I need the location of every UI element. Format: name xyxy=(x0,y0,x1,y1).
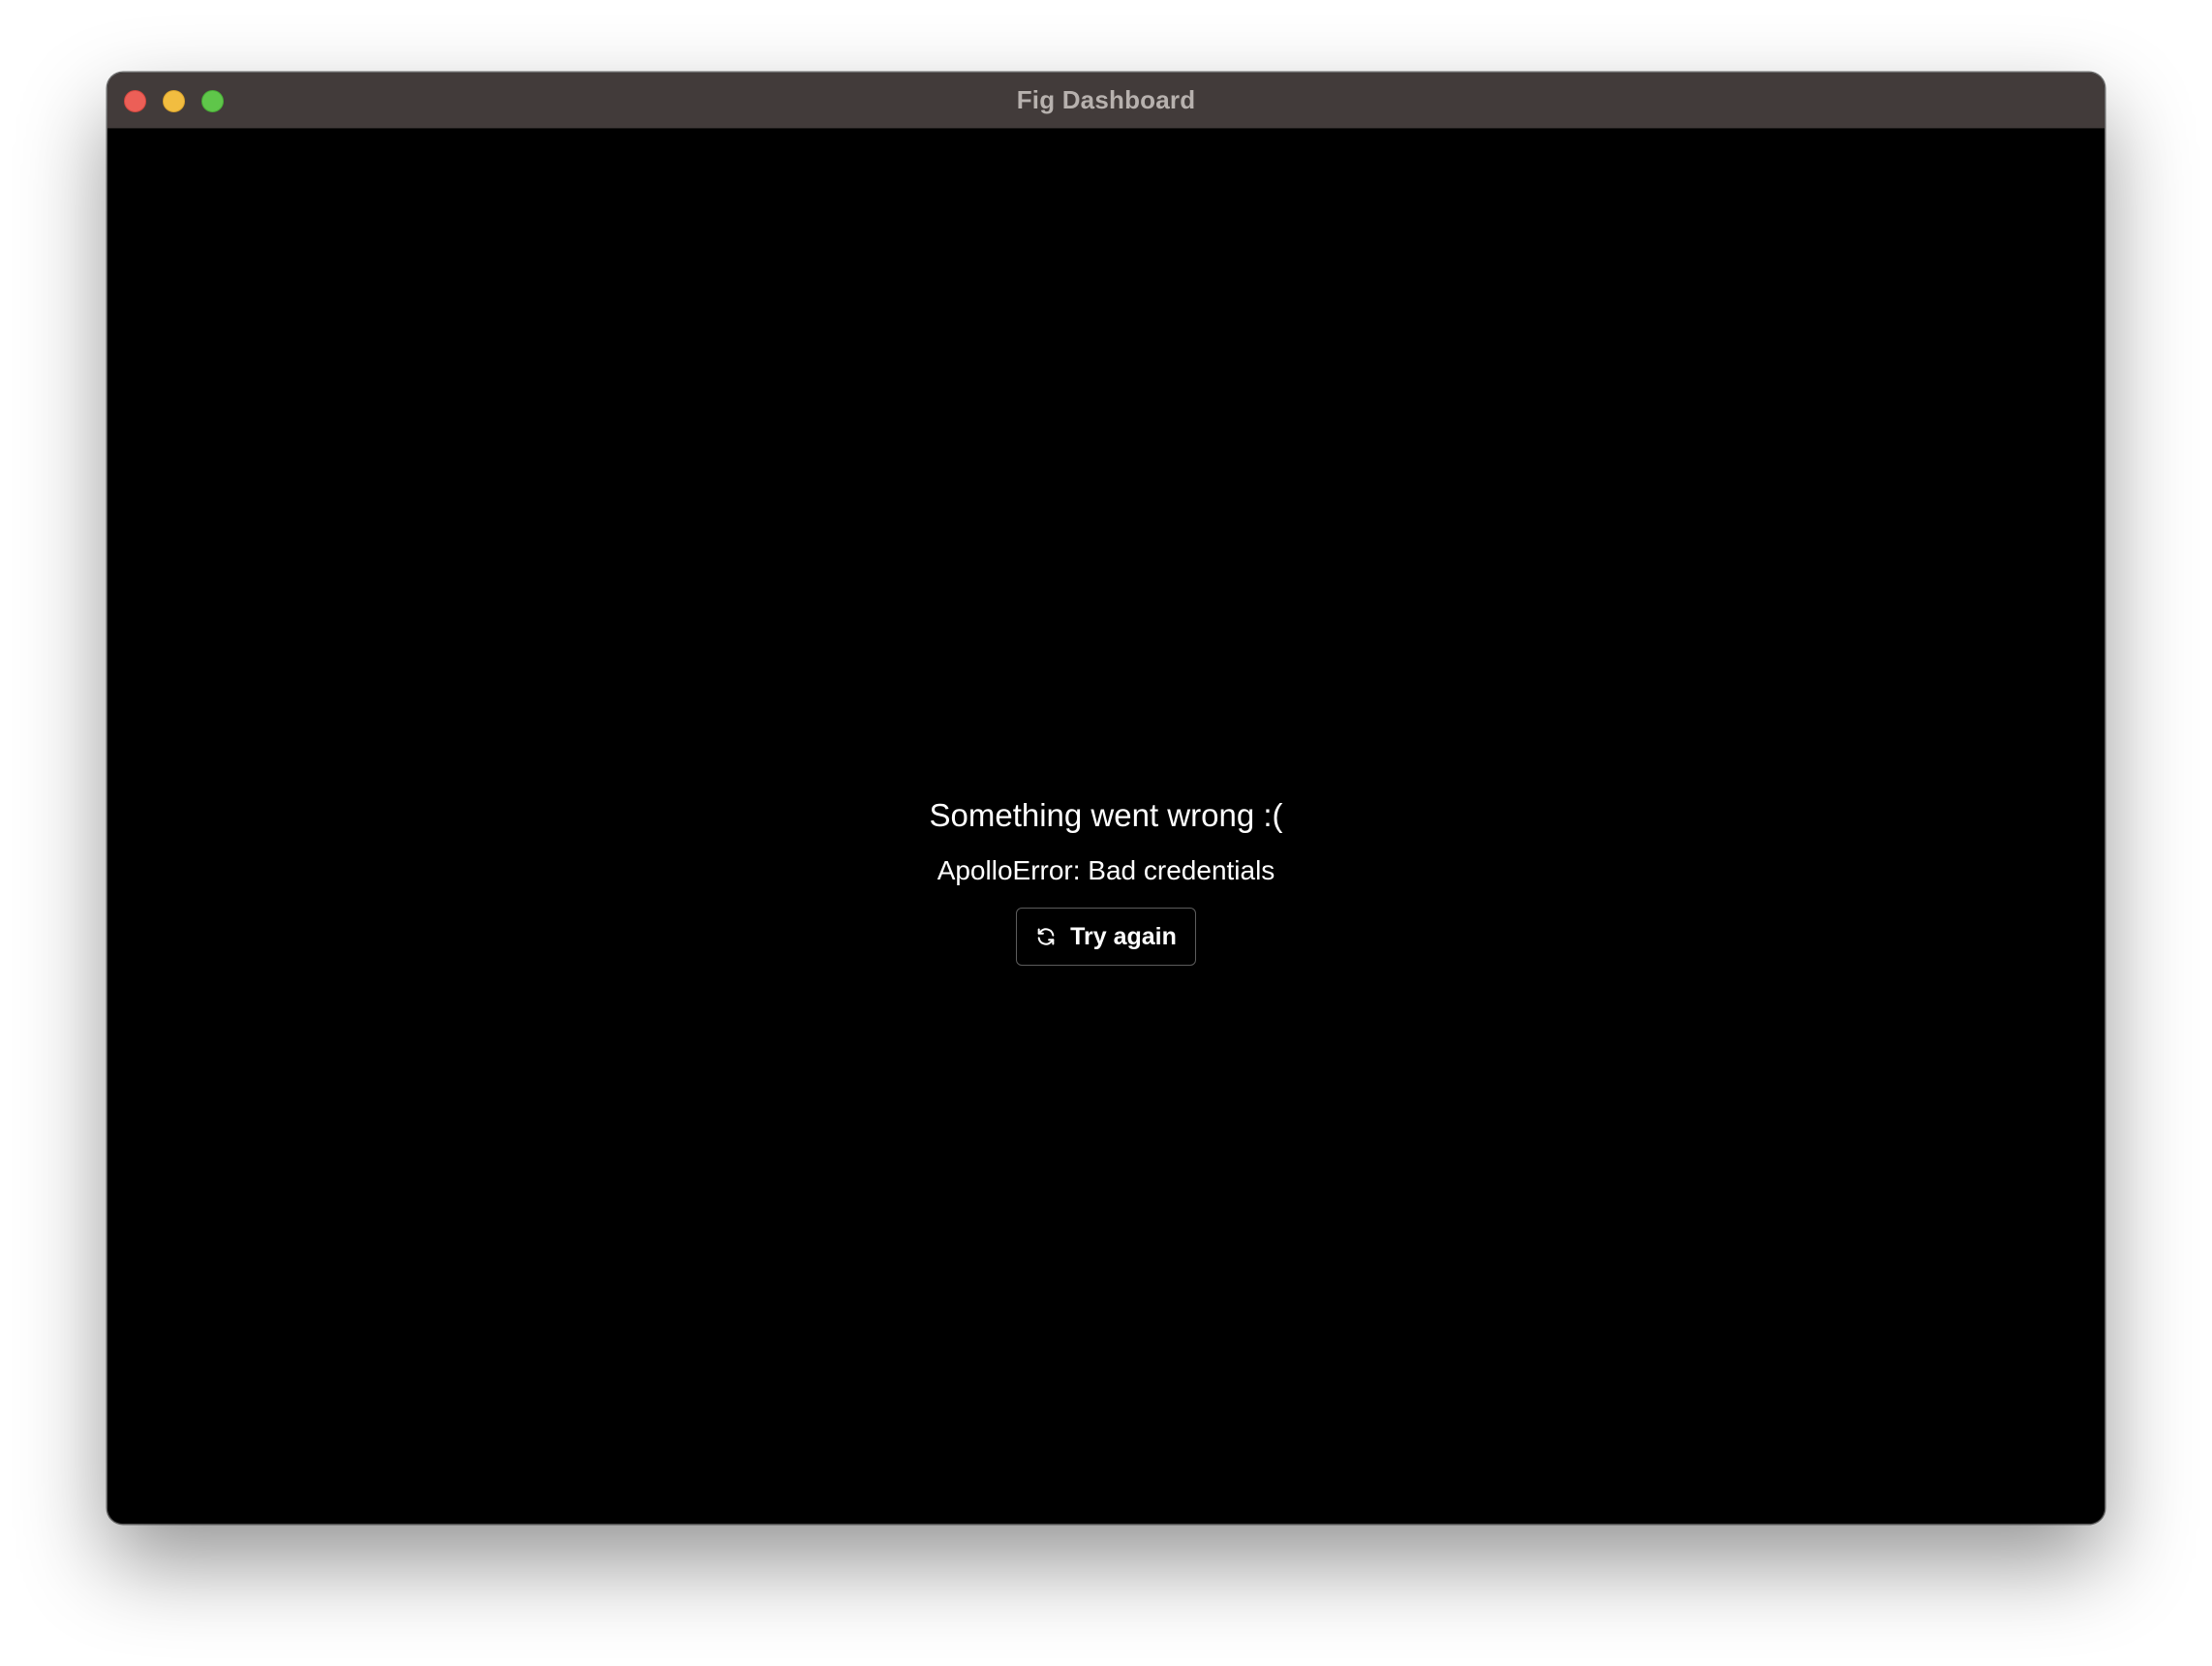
error-heading: Something went wrong :( xyxy=(929,797,1283,833)
refresh-icon xyxy=(1037,928,1055,945)
error-panel: Something went wrong :( ApolloError: Bad… xyxy=(108,796,2104,966)
try-again-button[interactable]: Try again xyxy=(1016,908,1196,966)
app-window: Fig Dashboard Something went wrong :( Ap… xyxy=(108,73,2104,1524)
try-again-label: Try again xyxy=(1070,922,1177,950)
dashboard-content: Something went wrong :( ApolloError: Bad… xyxy=(108,129,2104,1524)
error-message: ApolloError: Bad credentials xyxy=(937,855,1275,885)
window-title: Fig Dashboard xyxy=(1016,85,1196,114)
title-bar[interactable]: Fig Dashboard xyxy=(108,73,2104,129)
